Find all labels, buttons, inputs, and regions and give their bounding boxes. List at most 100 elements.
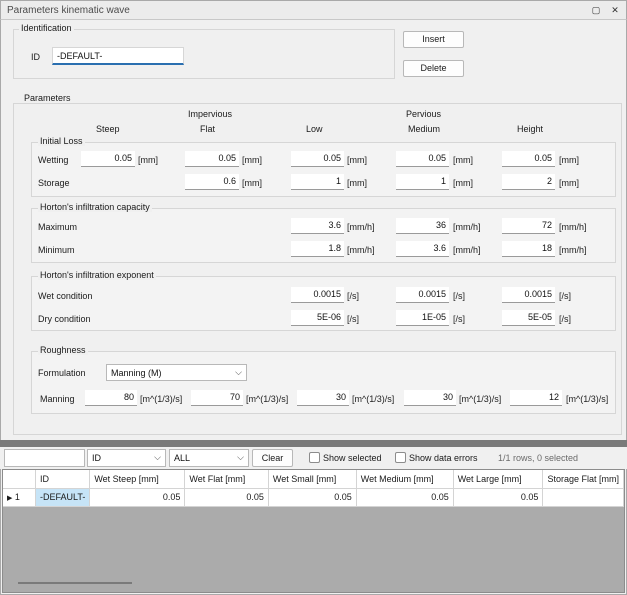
close-icon[interactable]: ✕	[608, 4, 622, 17]
manning-height-input[interactable]: 12	[510, 390, 562, 406]
storage-flat-input[interactable]: 0.6	[185, 174, 239, 190]
horizontal-scrollbar[interactable]	[18, 582, 132, 584]
wetting-label: Wetting	[38, 155, 69, 165]
storage-medium-input[interactable]: 1	[396, 174, 449, 190]
id-label: ID	[31, 52, 40, 62]
wetting-medium-unit: [mm]	[453, 155, 473, 165]
cell-wet-large[interactable]: 0.05	[453, 488, 544, 507]
grid-corner	[3, 470, 36, 489]
data-grid: ID Wet Steep [mm] Wet Flat [mm] Wet Smal…	[2, 469, 625, 593]
wetting-medium-input[interactable]: 0.05	[396, 151, 449, 167]
cell-storage-flat[interactable]	[542, 488, 624, 507]
cell-wet-steep[interactable]: 0.05	[89, 488, 186, 507]
storage-height-input[interactable]: 2	[502, 174, 555, 190]
col-flat: Flat	[200, 124, 216, 134]
wetting-steep-input[interactable]: 0.05	[81, 151, 135, 167]
cell-wet-medium[interactable]: 0.05	[356, 488, 454, 507]
grid-col-wet-steep[interactable]: Wet Steep [mm]	[89, 470, 186, 489]
wetting-height-input[interactable]: 0.05	[502, 151, 555, 167]
storage-low-input[interactable]: 1	[291, 174, 344, 190]
grid-header-row: ID Wet Steep [mm] Wet Flat [mm] Wet Smal…	[3, 470, 624, 489]
grid-col-id[interactable]: ID	[35, 470, 91, 489]
wet-low-unit: [/s]	[347, 291, 360, 301]
col-height: Height	[517, 124, 544, 134]
cell-wet-small[interactable]: 0.05	[268, 488, 357, 507]
col-medium: Medium	[408, 124, 441, 134]
splitter[interactable]	[0, 440, 627, 447]
minimum-height-unit: [mm/h]	[559, 245, 587, 255]
roughness-label: Roughness	[38, 345, 88, 355]
manning-steep-input[interactable]: 80	[85, 390, 137, 406]
wet-condition-label: Wet condition	[38, 291, 93, 301]
maximum-low-input[interactable]: 3.6	[291, 218, 344, 234]
grid-col-wet-large[interactable]: Wet Large [mm]	[453, 470, 544, 489]
dry-height-input[interactable]: 5E-05	[502, 310, 555, 326]
manning-flat-unit: [m^(1/3)/s]	[246, 394, 289, 404]
grid-col-wet-flat[interactable]: Wet Flat [mm]	[184, 470, 269, 489]
col-low: Low	[306, 124, 323, 134]
minimum-height-input[interactable]: 18	[502, 241, 555, 257]
row-header[interactable]: ▶ 1	[3, 488, 36, 507]
manning-medium-unit: [m^(1/3)/s]	[459, 394, 502, 404]
dry-medium-input[interactable]: 1E-05	[396, 310, 449, 326]
minimum-label: Minimum	[38, 245, 75, 255]
row-number: 1	[14, 492, 20, 502]
dry-low-input[interactable]: 5E-06	[291, 310, 344, 326]
wetting-flat-input[interactable]: 0.05	[185, 151, 239, 167]
minimum-low-input[interactable]: 1.8	[291, 241, 344, 257]
storage-low-unit: [mm]	[347, 178, 367, 188]
table-row[interactable]: ▶ 1 -DEFAULT- 0.05 0.05 0.05 0.05 0.05	[3, 488, 624, 507]
scope-select-value: ALL	[174, 453, 191, 463]
chevron-down-icon: ⌵	[237, 452, 244, 462]
filter-input[interactable]	[4, 449, 85, 467]
col-steep: Steep	[96, 124, 120, 134]
manning-flat-input[interactable]: 70	[191, 390, 243, 406]
wet-height-input[interactable]: 0.0015	[502, 287, 555, 303]
wet-low-input[interactable]: 0.0015	[291, 287, 344, 303]
filter-toolbar: ID ⌵ ALL ⌵ Clear Show selected Show data…	[0, 447, 627, 469]
maximum-height-input[interactable]: 72	[502, 218, 555, 234]
manning-label: Manning	[40, 394, 75, 404]
maximum-medium-unit: [mm/h]	[453, 222, 481, 232]
storage-label: Storage	[38, 178, 70, 188]
dry-low-unit: [/s]	[347, 314, 360, 324]
horton-exponent-label: Horton's infiltration exponent	[38, 270, 156, 280]
delete-button[interactable]: Delete	[403, 60, 464, 77]
show-selected-label: Show selected	[323, 453, 382, 463]
scope-select[interactable]: ALL ⌵	[169, 449, 249, 467]
parameters-label: Parameters	[22, 93, 73, 103]
id-input[interactable]: -DEFAULT-	[52, 47, 184, 65]
formulation-select[interactable]: Manning (M) ⌵	[106, 364, 247, 381]
manning-low-input[interactable]: 30	[297, 390, 349, 406]
wet-medium-input[interactable]: 0.0015	[396, 287, 449, 303]
cell-id[interactable]: -DEFAULT-	[35, 488, 91, 507]
row-pointer-icon: ▶	[7, 495, 13, 502]
clear-button[interactable]: Clear	[252, 449, 293, 467]
manning-medium-input[interactable]: 30	[404, 390, 456, 406]
grid-col-wet-small[interactable]: Wet Small [mm]	[268, 470, 357, 489]
grid-col-storage-flat[interactable]: Storage Flat [mm]	[542, 470, 624, 489]
dry-height-unit: [/s]	[559, 314, 572, 324]
initial-loss-label: Initial Loss	[38, 136, 85, 146]
wetting-steep-unit: [mm]	[138, 155, 158, 165]
cell-wet-flat[interactable]: 0.05	[184, 488, 269, 507]
wetting-low-input[interactable]: 0.05	[291, 151, 344, 167]
column-select-value: ID	[92, 453, 101, 463]
manning-low-unit: [m^(1/3)/s]	[352, 394, 395, 404]
show-selected-checkbox[interactable]	[309, 452, 320, 463]
restore-icon[interactable]: ▢	[589, 4, 603, 17]
column-select[interactable]: ID ⌵	[87, 449, 166, 467]
maximum-medium-input[interactable]: 36	[396, 218, 449, 234]
storage-medium-unit: [mm]	[453, 178, 473, 188]
show-errors-checkbox[interactable]	[395, 452, 406, 463]
window-title: Parameters kinematic wave	[7, 5, 130, 16]
wetting-flat-unit: [mm]	[242, 155, 262, 165]
minimum-medium-input[interactable]: 3.6	[396, 241, 449, 257]
storage-height-unit: [mm]	[559, 178, 579, 188]
maximum-height-unit: [mm/h]	[559, 222, 587, 232]
grid-table: ID Wet Steep [mm] Wet Flat [mm] Wet Smal…	[3, 470, 624, 507]
insert-button[interactable]: Insert	[403, 31, 464, 48]
show-errors-label: Show data errors	[409, 453, 478, 463]
grid-col-wet-medium[interactable]: Wet Medium [mm]	[356, 470, 454, 489]
formulation-label: Formulation	[38, 368, 86, 378]
